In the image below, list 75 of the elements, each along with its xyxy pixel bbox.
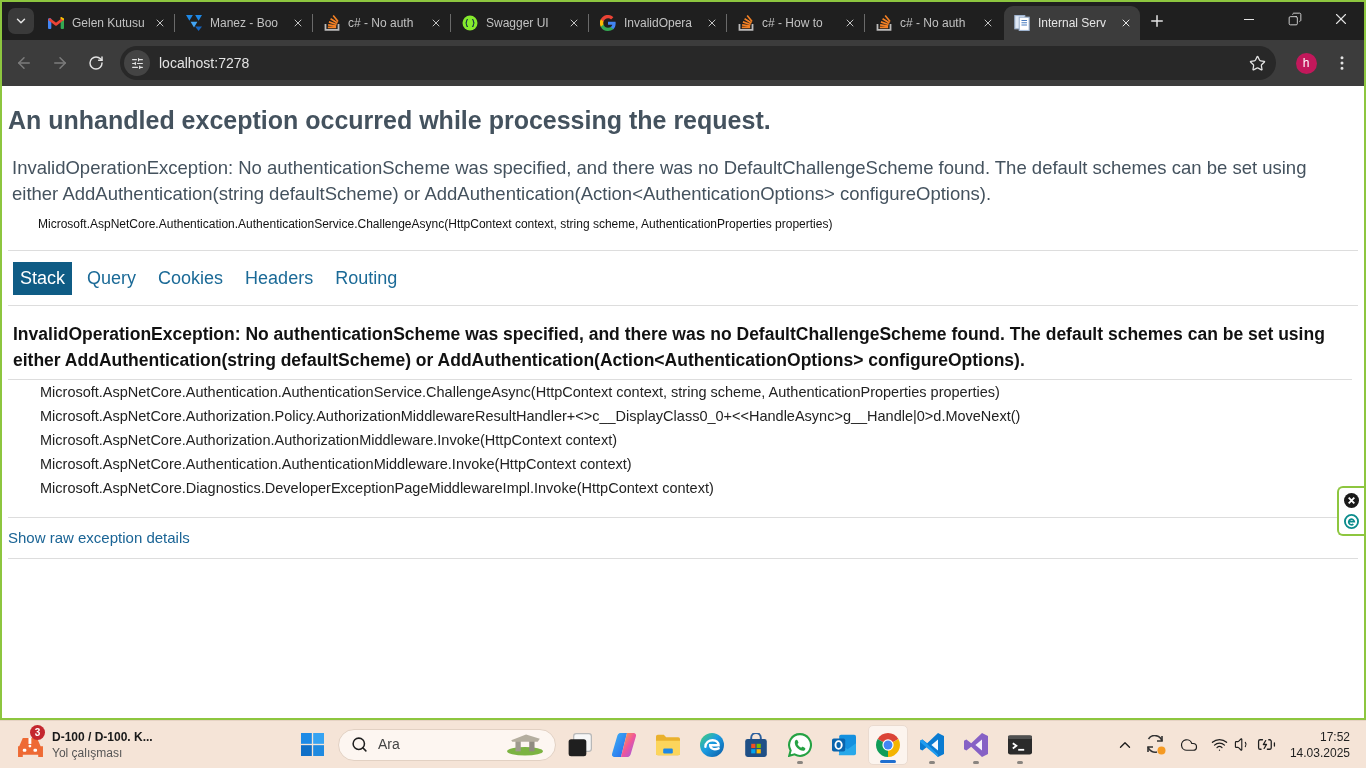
stack-frame: Microsoft.AspNetCore.Authentication.AuthenticationMiddleware.Invoke(HttpContext context) <box>40 452 632 476</box>
wave-circle-icon <box>700 732 724 757</box>
browser-tab[interactable]: Swagger UI <box>452 6 588 40</box>
search-input[interactable]: Ara <box>378 734 488 755</box>
triangles-icon <box>186 15 202 31</box>
alert-title: D-100 / D-100. K... <box>52 728 153 745</box>
raw-exception-link[interactable]: Show raw exception details <box>8 528 190 548</box>
page-heading: An unhandled exception occurred while processing the request. <box>8 105 771 135</box>
document-icon <box>1014 15 1030 31</box>
error-tab[interactable]: Cookies <box>151 262 231 295</box>
mail-icon <box>48 17 64 29</box>
windows-logo-icon <box>300 733 324 756</box>
close-icon[interactable] <box>982 17 994 29</box>
e-circle-icon[interactable] <box>1344 514 1359 529</box>
folder-icon <box>656 732 680 757</box>
close-icon[interactable] <box>844 17 856 29</box>
minimize-icon <box>1244 18 1254 20</box>
new-tab-icon[interactable] <box>1148 12 1166 30</box>
slanted-bars-icon <box>612 732 636 757</box>
tab-search-button[interactable] <box>8 8 34 34</box>
chat-phone-icon <box>788 732 812 757</box>
reload-icon[interactable] <box>88 55 104 71</box>
browser-tab[interactable]: Internal Serv <box>1004 6 1140 40</box>
profile-avatar[interactable]: h <box>1295 52 1317 74</box>
address-bar[interactable]: localhost:7278 <box>120 46 1276 80</box>
close-icon[interactable] <box>706 17 718 29</box>
error-location: Microsoft.AspNetCore.Authentication.AuthenticationService.ChallengeAsync(HttpContext context, string scheme, AuthenticationProperties properties) <box>38 216 833 232</box>
close-icon[interactable] <box>292 17 304 29</box>
stack-icon <box>324 15 340 31</box>
task-view-icon <box>568 732 592 757</box>
search-bar[interactable]: Ara <box>338 728 556 761</box>
mail-app-icon <box>832 732 856 757</box>
notification-badge: 3 <box>30 724 45 740</box>
bookmark-star-icon[interactable] <box>1249 54 1266 72</box>
browser-tab[interactable]: c# - No auth <box>314 6 450 40</box>
error-tab[interactable]: Stack <box>13 262 73 295</box>
stack-frame: Microsoft.AspNetCore.Authorization.Policy.AuthorizationMiddlewareResultHandler+<>c__DisplayClass0_0+<<HandleAsync>g__Handle|0>d.MoveNext() <box>40 404 1021 428</box>
browser-tab[interactable]: Gelen Kutusu <box>38 6 174 40</box>
stack-frame: Microsoft.AspNetCore.Authentication.AuthenticationService.ChallengeAsync(HttpContext context, string scheme, AuthenticationProperties properties) <box>40 380 1000 404</box>
browser-tab[interactable]: c# - No auth <box>866 6 1002 40</box>
exception-title: InvalidOperationException: No authenticationScheme was specified, and there was no DefaultChallengeScheme found. The default schemes can be set using either AddAuthentication(string defaultScheme) or AddAuthentication(Action<AuthenticationOptions> configureOptions). <box>13 323 1326 372</box>
car-alert-icon <box>18 737 43 757</box>
alert-subtitle: Yol çalışması <box>52 744 124 761</box>
wedge-ribbon-icon <box>964 732 988 757</box>
sync-icon[interactable] <box>1147 734 1167 755</box>
search-icon <box>351 736 368 753</box>
angle-ribbon-icon <box>920 732 944 757</box>
clock-date: 14.03.2025 <box>1289 744 1350 761</box>
error-message: InvalidOperationException: No authenticationScheme was specified, and there was no DefaultChallengeScheme found. The default schemes can be set using either AddAuthentication(string defaultScheme) or AddAuthentication(Action<AuthenticationOptions> configureOptions). <box>12 156 1308 206</box>
error-tab[interactable]: Headers <box>238 262 321 295</box>
close-icon[interactable] <box>154 17 166 29</box>
stack-frame: Microsoft.AspNetCore.Authorization.AuthorizationMiddleware.Invoke(HttpContext context) <box>40 428 618 452</box>
browser-tab[interactable]: Manez - Boo <box>176 6 312 40</box>
browser-tab[interactable]: InvalidOpera <box>590 6 726 40</box>
error-tab[interactable]: Query <box>80 262 144 295</box>
clock-time: 17:52 <box>1319 728 1350 745</box>
shopping-bag-icon <box>744 732 768 757</box>
close-circle-icon[interactable] <box>1344 493 1359 508</box>
stack-frame: Microsoft.AspNetCore.Diagnostics.DeveloperExceptionPageMiddlewareImpl.Invoke(HttpContext context) <box>40 476 714 500</box>
stack-icon <box>738 15 754 31</box>
g-logo-icon <box>600 15 616 31</box>
traffic-widget[interactable]: 3 D-100 / D-100. K... Yol çalışması <box>0 721 292 768</box>
close-icon[interactable] <box>430 17 442 29</box>
wifi-icon[interactable] <box>1210 736 1228 753</box>
restore-icon <box>1288 12 1302 26</box>
stack-icon <box>876 15 892 31</box>
stones-picture <box>507 733 543 756</box>
ring-logo-icon <box>876 732 900 757</box>
browser-tab[interactable]: c# - How to <box>728 6 864 40</box>
terminal-icon <box>1008 732 1032 757</box>
error-tab[interactable]: Routing <box>328 262 405 295</box>
close-icon[interactable] <box>1120 17 1132 29</box>
site-info-icon[interactable] <box>124 50 150 76</box>
braces-icon <box>462 15 478 31</box>
close-icon[interactable] <box>568 17 580 29</box>
